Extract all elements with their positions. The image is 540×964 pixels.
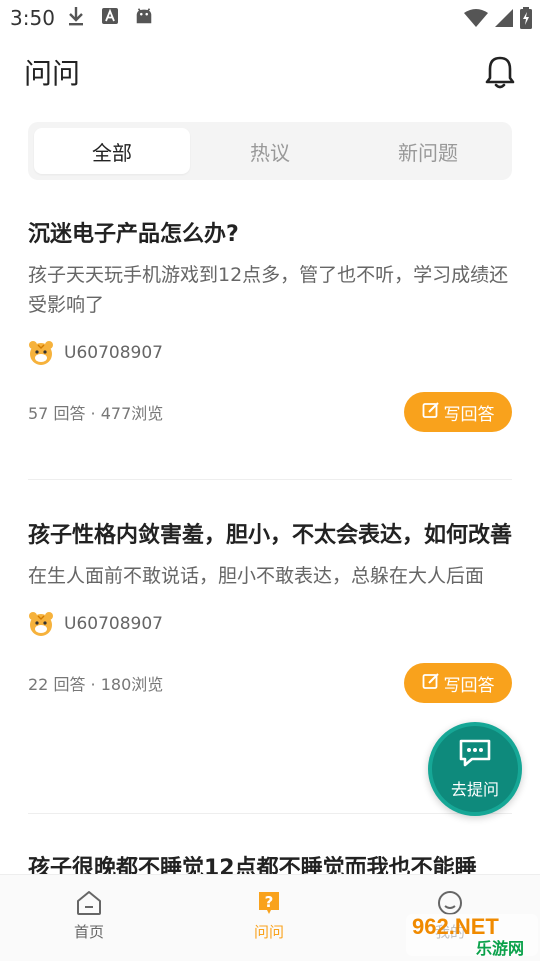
battery-icon xyxy=(520,7,532,33)
question-description: 在生人面前不敢说话，胆小不敢表达，总躲在大人后面 xyxy=(28,565,485,587)
page-title: 问问 xyxy=(24,57,81,90)
write-answer-label: 写回答 xyxy=(443,675,495,696)
android-icon xyxy=(134,6,154,26)
svg-text:?: ? xyxy=(265,893,274,911)
tiger-avatar-icon xyxy=(28,340,54,366)
nav-home[interactable]: 首页 xyxy=(44,889,134,942)
question-card[interactable]: 沉迷电子产品怎么办? 孩子天天玩手机游戏到12点多，管了也不听，学习成绩还受影响… xyxy=(28,218,512,432)
page-header: 问问 xyxy=(0,40,540,104)
wifi-icon xyxy=(464,8,488,32)
question-title: 沉迷电子产品怎么办? xyxy=(28,222,239,247)
site-watermark: 962.NET 乐游网 xyxy=(404,910,540,960)
author-name: U60708907 xyxy=(64,343,163,363)
question-author: U60708907 xyxy=(28,340,512,366)
question-mark-icon: ? xyxy=(255,889,283,921)
bell-icon[interactable] xyxy=(484,54,516,90)
status-system xyxy=(464,7,532,33)
question-title: 孩子性格内敛害羞，胆小，不太会表达，如何改善 xyxy=(28,523,513,548)
question-stats: 57 回答 · 477浏览 xyxy=(28,404,164,423)
question-stats: 22 回答 · 180浏览 xyxy=(28,675,164,694)
question-author: U60708907 xyxy=(28,611,512,637)
question-card[interactable]: 孩子很晚都不睡觉12点都不睡觉而我也不能睡 xyxy=(28,852,512,874)
nav-ask[interactable]: ? 问问 xyxy=(224,889,314,942)
write-answer-button[interactable]: 写回答 xyxy=(404,392,512,432)
status-notifications xyxy=(66,6,154,26)
author-name: U60708907 xyxy=(64,614,163,634)
question-description: 孩子天天玩手机游戏到12点多，管了也不听，学习成绩还受影响了 xyxy=(28,264,509,316)
home-icon xyxy=(75,889,103,921)
question-card[interactable]: 孩子性格内敛害羞，胆小，不太会表达，如何改善 在生人面前不敢说话，胆小不敢表达，… xyxy=(28,519,512,703)
divider xyxy=(28,813,512,814)
ask-question-button[interactable]: 去提问 xyxy=(428,722,522,816)
tab-all[interactable]: 全部 xyxy=(34,128,190,174)
signal-icon xyxy=(494,8,514,32)
tab-hot[interactable]: 热议 xyxy=(192,128,348,174)
keyboard-a-icon xyxy=(100,6,120,26)
status-bar: 3:50 xyxy=(0,0,540,36)
write-answer-button[interactable]: 写回答 xyxy=(404,663,512,703)
nav-ask-label: 问问 xyxy=(253,923,284,941)
download-icon xyxy=(66,6,86,26)
tab-new[interactable]: 新问题 xyxy=(350,128,506,174)
chat-bubble-icon xyxy=(458,738,492,772)
status-time: 3:50 xyxy=(10,6,55,30)
edit-icon xyxy=(422,401,440,424)
ask-question-label: 去提问 xyxy=(450,780,499,799)
watermark-site: 乐游网 xyxy=(476,939,524,958)
tiger-avatar-icon xyxy=(28,611,54,637)
filter-tabs: 全部 热议 新问题 xyxy=(28,122,512,180)
nav-home-label: 首页 xyxy=(73,923,104,941)
divider xyxy=(28,479,512,480)
watermark-brand: 962.NET xyxy=(412,914,499,939)
edit-icon xyxy=(422,672,440,695)
question-title: 孩子很晚都不睡觉12点都不睡觉而我也不能睡 xyxy=(28,856,477,874)
write-answer-label: 写回答 xyxy=(443,404,495,425)
